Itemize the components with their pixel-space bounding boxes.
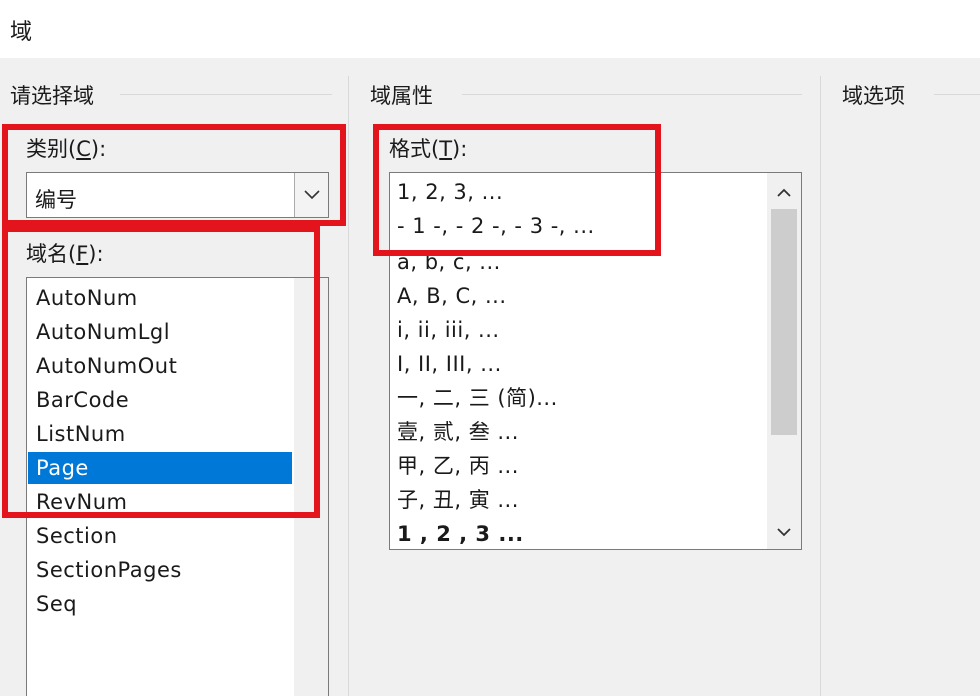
chevron-down-icon (777, 527, 791, 536)
format-item[interactable]: 壹, 贰, 叁 ... (397, 415, 519, 449)
column-separator (820, 76, 821, 696)
format-item[interactable]: 1 , 2 , 3 ... (397, 517, 524, 549)
format-item[interactable]: I, II, III, ... (397, 347, 502, 381)
group-divider (120, 94, 332, 95)
highlight-box-field-names (2, 226, 320, 518)
format-item[interactable]: 一, 二, 三 (简)... (397, 381, 558, 415)
scroll-down-button[interactable] (767, 515, 801, 549)
highlight-box-category (2, 124, 346, 226)
format-item[interactable]: i, ii, iii, ... (397, 313, 500, 347)
group-choose-field: 请选择域 (10, 80, 102, 110)
group-field-properties: 域属性 (370, 80, 441, 110)
highlight-box-format (373, 124, 661, 256)
list-item-section[interactable]: Section (28, 520, 292, 552)
format-scrollbar[interactable] (767, 173, 801, 549)
column-separator (348, 76, 349, 696)
format-item[interactable]: A, B, C, ... (397, 279, 507, 313)
format-item[interactable]: 甲, 乙, 丙 ... (397, 449, 519, 483)
dialog-title: 域 (10, 20, 33, 45)
group-field-options: 域选项 (842, 80, 913, 110)
list-item-seq[interactable]: Seq (28, 588, 292, 620)
group-divider (462, 94, 802, 95)
chevron-up-icon (777, 188, 791, 197)
scroll-thumb[interactable] (771, 209, 797, 435)
group-divider (934, 94, 980, 95)
scroll-up-button[interactable] (767, 175, 801, 209)
list-item-sectionpages[interactable]: SectionPages (28, 554, 292, 586)
format-item[interactable]: 子, 丑, 寅 ... (397, 483, 519, 517)
dialog-titlebar: 域 (0, 0, 980, 58)
